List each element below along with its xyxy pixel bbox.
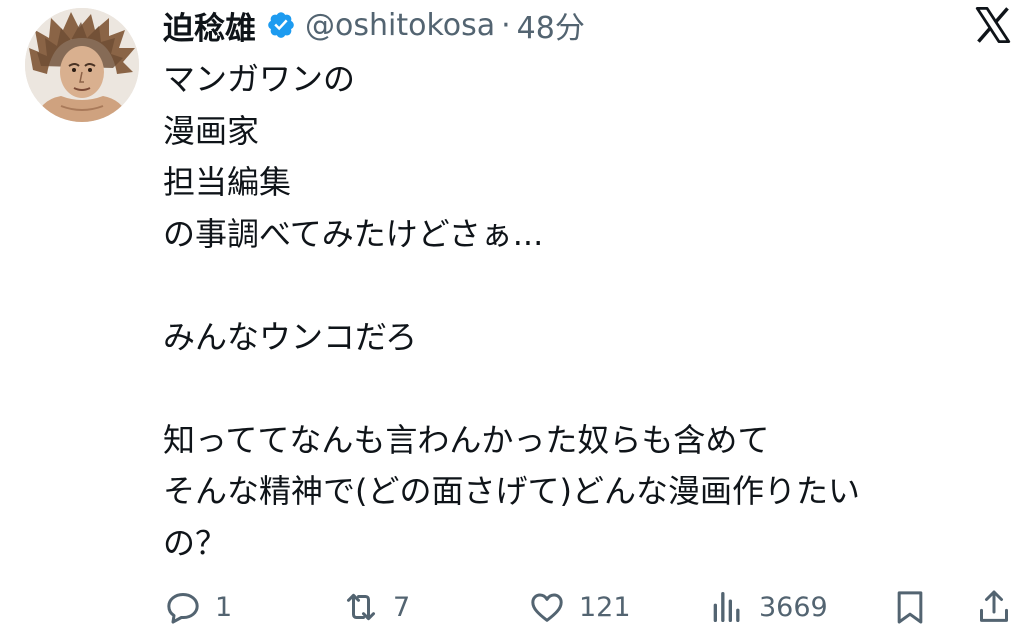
views-icon	[713, 592, 740, 622]
repost-icon	[347, 593, 375, 621]
tweet-line: そんな精神で(どの面さげて)どんな漫画作りたい	[163, 472, 860, 510]
avatar[interactable]	[25, 8, 139, 122]
timestamp[interactable]: 48分	[517, 3, 585, 47]
like-icon	[531, 593, 563, 622]
action-bar: 1 7 121 3669	[0, 582, 1024, 632]
author-name[interactable]: 迫稔雄	[163, 3, 256, 48]
tweet-line	[163, 363, 1003, 415]
repost-button[interactable]: 7	[341, 582, 410, 632]
x-logo-icon[interactable]	[972, 4, 1014, 46]
repost-count: 7	[393, 591, 411, 623]
author-handle[interactable]: @oshitokosa	[305, 8, 495, 43]
tweet-line: 漫画家	[163, 111, 260, 150]
like-button[interactable]: 121	[527, 582, 631, 632]
views-button[interactable]: 3669	[707, 582, 828, 632]
reply-button[interactable]: 1	[163, 582, 232, 632]
bookmark-button[interactable]	[890, 582, 930, 632]
share-icon	[980, 590, 1008, 622]
share-button[interactable]	[974, 582, 1014, 632]
views-count: 3669	[759, 591, 828, 623]
tweet-text: マンガワンの 漫画家 担当編集 の事調べてみたけどさぁ... みんなウンコだろ …	[163, 54, 1003, 569]
bookmark-icon	[897, 591, 923, 624]
reply-count: 1	[215, 591, 233, 623]
verified-badge-icon	[268, 12, 294, 38]
tweet-line	[163, 260, 1003, 312]
reply-icon	[167, 593, 199, 624]
tweet-line: みんなウンコだろ	[163, 317, 418, 356]
tweet-line: 担当編集	[163, 163, 292, 201]
avatar-image	[25, 8, 139, 122]
tweet-line: の？	[163, 523, 228, 562]
tweet-line: 知っててなんも言わんかった奴らも含めて	[163, 420, 770, 459]
tweet-header: 迫稔雄 @oshitokosa · 48分	[163, 3, 585, 47]
tweet-line: の事調べてみたけどさぁ...	[163, 214, 544, 253]
separator-dot: ·	[501, 7, 511, 43]
like-count: 121	[579, 591, 631, 623]
tweet-line: マンガワンの	[163, 60, 356, 98]
